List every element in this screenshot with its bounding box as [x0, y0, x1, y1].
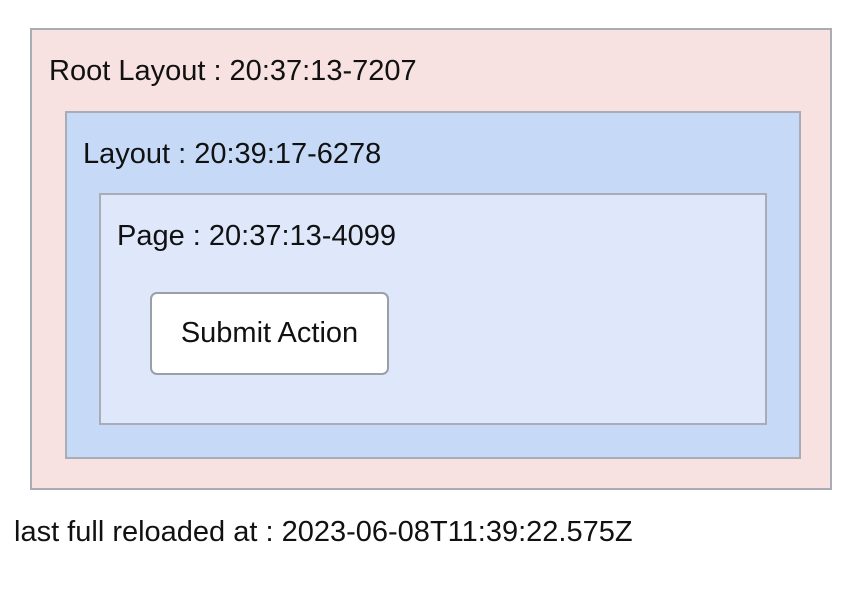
root-layout-box: Root Layout : 20:37:13-7207 Layout : 20:…	[30, 28, 832, 490]
last-full-reload-text: last full reloaded at : 2023-06-08T11:39…	[14, 516, 633, 548]
page-box: Page : 20:37:13-4099 Submit Action	[99, 193, 767, 425]
page-title: Page : 20:37:13-4099	[117, 220, 396, 252]
layout-box: Layout : 20:39:17-6278 Page : 20:37:13-4…	[65, 111, 801, 459]
root-layout-title: Root Layout : 20:37:13-7207	[49, 55, 417, 87]
layout-title: Layout : 20:39:17-6278	[83, 138, 382, 170]
submit-action-button[interactable]: Submit Action	[150, 292, 389, 375]
